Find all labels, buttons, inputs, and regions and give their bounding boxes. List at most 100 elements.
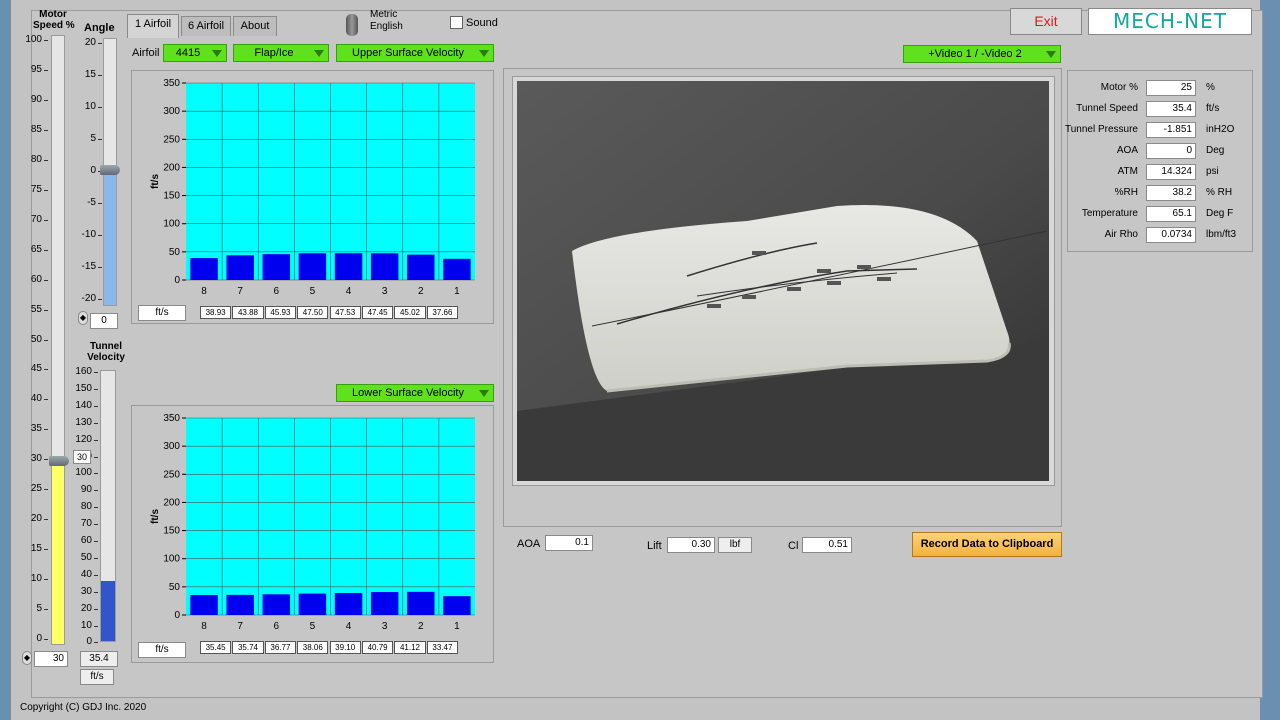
y-tick-label: 350: [163, 78, 180, 89]
lower-surface-velocity-chart: 0 50 100 150 200 250 300 350 ft/s 8 7 6 5 4 3 2 1: [150, 413, 475, 632]
scale-tick-label: 40: [62, 569, 98, 580]
bar: [334, 253, 363, 280]
units-toggle-switch[interactable]: [346, 14, 358, 36]
scale-tick-label: 10: [66, 101, 102, 112]
scale-tick-label: 15: [12, 543, 48, 554]
scale-tick-label: 45: [12, 363, 48, 374]
tab-6-airfoil[interactable]: 6 Airfoil: [181, 16, 231, 36]
scale-tick-label: 90: [12, 94, 48, 105]
aoa-result-label: AOA: [517, 538, 541, 550]
readout-row: %RH 38.2 % RH: [1068, 184, 1256, 204]
y-tick-label: 200: [163, 497, 180, 508]
flap-ice-select[interactable]: Flap/Ice: [233, 44, 329, 62]
record-data-button[interactable]: Record Data to Clipboard: [912, 532, 1062, 557]
x-tick-label: 3: [382, 621, 388, 632]
readout-row: Air Rho 0.0734 lbm/ft3: [1068, 226, 1256, 246]
scale-tick-label: 15: [66, 69, 102, 80]
scale-tick-label: 50: [12, 334, 48, 345]
bar: [443, 258, 471, 280]
scale-tick-label: 25: [12, 483, 48, 494]
y-axis-label: ft/s: [150, 509, 161, 524]
x-tick-label: 2: [418, 621, 424, 632]
upper-chart-unit: ft/s: [138, 305, 186, 321]
sound-checkbox[interactable]: [450, 16, 463, 29]
tab-about[interactable]: About: [233, 16, 277, 36]
bar-value-label: 45.93: [264, 306, 296, 319]
x-tick-label: 6: [274, 286, 280, 297]
scale-tick-label: 35: [12, 423, 48, 434]
x-tick-label: 7: [237, 286, 243, 297]
scale-tick-label: 0: [66, 165, 102, 176]
mechnet-logo: MECH-NET: [1088, 8, 1252, 35]
scale-tick-label: 10: [62, 620, 98, 631]
readout-row: Tunnel Pressure -1.851 inH2O: [1065, 121, 1256, 141]
bar-value-label: 40.79: [362, 641, 394, 654]
readout-value: 38.2: [1146, 185, 1196, 201]
y-tick-label: 300: [163, 106, 180, 117]
motor-speed-value[interactable]: 30: [34, 651, 68, 667]
bar: [443, 596, 471, 615]
exit-button[interactable]: Exit: [1010, 8, 1082, 35]
readout-unit: psi: [1206, 166, 1219, 177]
bar-value-label: 38.93: [200, 306, 232, 319]
angle-thumb[interactable]: [100, 165, 120, 175]
bar-value-label: 37.66: [426, 306, 458, 319]
bar: [334, 592, 363, 615]
x-tick-label: 1: [454, 621, 460, 632]
scale-tick-label: 95: [12, 64, 48, 75]
aoa-result-value: 0.1: [545, 535, 593, 551]
airfoil-video-image: [517, 81, 1049, 481]
readout-value: 0.0734: [1146, 227, 1196, 243]
y-tick-label: 100: [163, 554, 180, 565]
scale-tick-label: 85: [12, 124, 48, 135]
x-tick-label: 5: [310, 621, 316, 632]
sound-label: Sound: [466, 17, 498, 29]
scale-tick-label: 100: [12, 34, 48, 45]
angle-value[interactable]: 0: [90, 313, 118, 329]
scale-tick-label: 30: [62, 586, 98, 597]
lift-unit: lbf: [718, 537, 752, 553]
bar: [262, 254, 291, 280]
cl-label: Cl: [788, 540, 799, 552]
y-tick-label: 200: [163, 162, 180, 173]
scale-tick-label: 70: [12, 214, 48, 225]
airfoil-select[interactable]: 4415: [163, 44, 227, 62]
angle-title: Angle: [84, 22, 115, 34]
readout-row: Motor % 25%: [1068, 79, 1256, 99]
scale-tick-label: 65: [12, 244, 48, 255]
readout-label: Motor %: [1100, 82, 1138, 93]
scale-tick-label: 55: [12, 304, 48, 315]
angle-increment-icon[interactable]: ◆: [78, 311, 88, 325]
readout-unit: inH2O: [1206, 124, 1235, 135]
bar: [370, 253, 399, 280]
readout-row: AOA 0 Deg: [1068, 142, 1256, 162]
scale-tick-label: 0: [12, 633, 48, 644]
bar-value-label: 41.12: [394, 641, 426, 654]
x-tick-label: 7: [237, 621, 243, 632]
y-tick-label: 150: [163, 191, 180, 202]
bar: [298, 593, 327, 615]
readout-row: ATM 14.324 psi: [1068, 163, 1256, 183]
bar: [190, 595, 218, 615]
readout-unit: %: [1206, 82, 1215, 93]
tab-1-airfoil[interactable]: 1 Airfoil: [127, 14, 179, 38]
x-tick-label: 5: [310, 286, 316, 297]
lift-label: Lift: [647, 540, 662, 552]
x-tick-label: 2: [418, 286, 424, 297]
lower-surface-select[interactable]: Lower Surface Velocity: [336, 384, 494, 402]
x-tick-label: 8: [201, 286, 207, 297]
scale-tick-label: 80: [12, 154, 48, 165]
readout-label: Air Rho: [1104, 229, 1138, 240]
video-select[interactable]: +Video 1 / -Video 2: [903, 45, 1061, 63]
lower-values-row: 35.45 35.74 36.77 38.06 39.10 40.79 41.12 33.47: [200, 641, 460, 655]
scale-tick-label: -20: [66, 293, 102, 304]
x-tick-label: 4: [346, 286, 352, 297]
x-tick-label: 4: [346, 621, 352, 632]
bar-value-label: 35.74: [232, 641, 264, 654]
readout-value: 35.4: [1146, 101, 1196, 117]
bar-value-label: 33.47: [426, 641, 458, 654]
bar-value-label: 43.88: [232, 306, 264, 319]
scale-tick-label: 130: [62, 417, 98, 428]
upper-surface-select[interactable]: Upper Surface Velocity: [336, 44, 494, 62]
motor-increment-icon[interactable]: ◆: [22, 651, 32, 665]
